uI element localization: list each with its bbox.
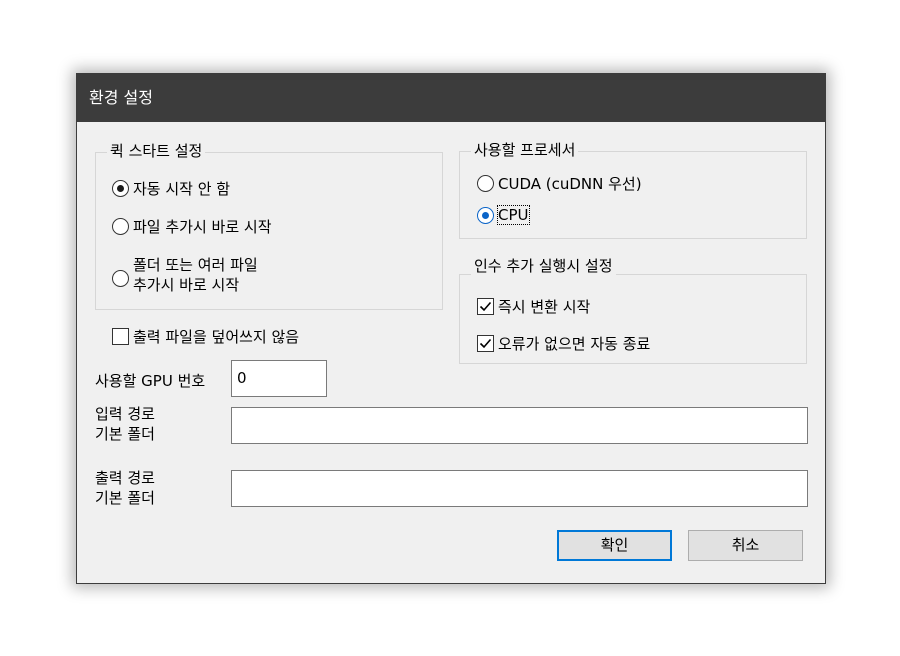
- radio-label-line1: 폴더 또는 여러 파일: [133, 256, 258, 274]
- immediate-convert-checkbox[interactable]: 즉시 변환 시작: [477, 296, 590, 317]
- auto-exit-checkbox[interactable]: 오류가 없으면 자동 종료: [477, 333, 650, 354]
- gpu-number-input[interactable]: 0: [231, 360, 327, 397]
- title-bar[interactable]: 환경 설정: [77, 74, 825, 122]
- auto-exit-label: 오류가 없으면 자동 종료: [498, 335, 651, 353]
- radio-no-autostart-label: 자동 시작 안 함: [133, 180, 231, 198]
- output-folder-label: 출력 경로 기본 폴더: [95, 468, 155, 508]
- radio-cpu[interactable]: CPU: [477, 205, 530, 225]
- output-folder-label-line1: 출력 경로: [95, 469, 155, 487]
- processor-group: [459, 151, 807, 239]
- settings-dialog: 환경 설정 퀵 스타트 설정 자동 시작 안 함 파일 추가시 바로 시작 폴더…: [76, 73, 826, 584]
- cancel-button[interactable]: 취소: [688, 530, 803, 561]
- radio-button[interactable]: [112, 269, 129, 287]
- gpu-number-label: 사용할 GPU 번호: [95, 372, 206, 390]
- checkmark-icon: [479, 301, 492, 312]
- quickstart-group-title: 퀵 스타트 설정: [107, 142, 206, 160]
- output-folder-field[interactable]: [231, 470, 808, 507]
- processor-group-title: 사용할 프로세서: [471, 141, 579, 159]
- radio-start-on-add-file[interactable]: 파일 추가시 바로 시작: [112, 216, 272, 237]
- ok-button[interactable]: 확인: [557, 530, 672, 561]
- radio-label-line2: 추가시 바로 시작: [133, 276, 240, 294]
- radio-start-on-add-file-label: 파일 추가시 바로 시작: [133, 218, 272, 236]
- radio-button[interactable]: [112, 218, 129, 235]
- no-overwrite-label: 출력 파일을 덮어쓰지 않음: [133, 328, 300, 346]
- input-folder-label-line1: 입력 경로: [95, 405, 155, 423]
- radio-start-on-add-folder[interactable]: 폴더 또는 여러 파일 추가시 바로 시작: [112, 255, 258, 295]
- no-overwrite-checkbox[interactable]: 출력 파일을 덮어쓰지 않음: [112, 326, 299, 347]
- input-folder-label: 입력 경로 기본 폴더: [95, 404, 155, 444]
- radio-button-selected[interactable]: [112, 180, 129, 197]
- window-title: 환경 설정: [89, 88, 153, 107]
- immediate-convert-label: 즉시 변환 시작: [498, 298, 591, 316]
- output-folder-label-line2: 기본 폴더: [95, 489, 155, 507]
- input-folder-field[interactable]: [231, 407, 808, 444]
- radio-cpu-label: CPU: [497, 205, 530, 225]
- radio-start-on-add-folder-label: 폴더 또는 여러 파일 추가시 바로 시작: [133, 255, 258, 295]
- radio-button-selected[interactable]: [477, 206, 494, 224]
- radio-cuda[interactable]: CUDA (cuDNN 우선): [477, 173, 642, 194]
- radio-cuda-label: CUDA (cuDNN 우선): [498, 175, 642, 193]
- checkmark-icon: [479, 338, 492, 349]
- radio-button[interactable]: [477, 175, 494, 192]
- post-args-group-title: 인수 추가 실행시 설정: [471, 257, 616, 275]
- checkbox-checked[interactable]: [477, 298, 494, 315]
- radio-no-autostart[interactable]: 자동 시작 안 함: [112, 178, 230, 199]
- input-folder-label-line2: 기본 폴더: [95, 425, 155, 443]
- checkbox[interactable]: [112, 328, 129, 345]
- checkbox-checked[interactable]: [477, 335, 494, 352]
